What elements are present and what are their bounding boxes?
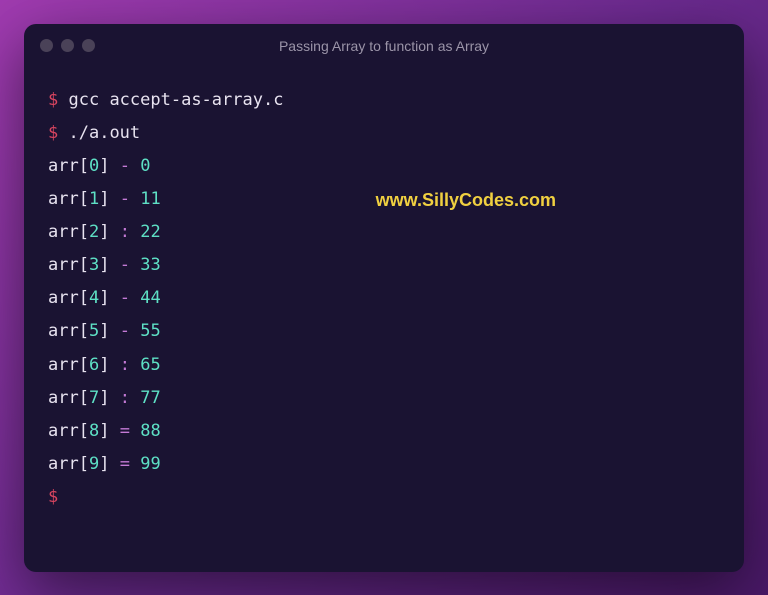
title-bar: Passing Array to function as Array bbox=[24, 24, 744, 68]
minimize-button[interactable] bbox=[61, 39, 74, 52]
command-line: $ gcc accept-as-array.c bbox=[48, 84, 720, 117]
watermark: www.SillyCodes.com bbox=[376, 183, 556, 218]
terminal-body[interactable]: www.SillyCodes.com $ gcc accept-as-array… bbox=[24, 68, 744, 572]
terminal-window: Passing Array to function as Array www.S… bbox=[24, 24, 744, 572]
command-line: $ ./a.out bbox=[48, 117, 720, 150]
output-line: arr[3] - 33 bbox=[48, 249, 720, 282]
traffic-lights bbox=[40, 39, 95, 52]
output-line: arr[7] : 77 bbox=[48, 382, 720, 415]
close-button[interactable] bbox=[40, 39, 53, 52]
output-line: arr[6] : 65 bbox=[48, 349, 720, 382]
window-title: Passing Array to function as Array bbox=[279, 38, 489, 54]
prompt: $ bbox=[48, 487, 58, 507]
maximize-button[interactable] bbox=[82, 39, 95, 52]
output-line: arr[4] - 44 bbox=[48, 282, 720, 315]
output-line: arr[5] - 55 bbox=[48, 315, 720, 348]
output-line: arr[9] = 99 bbox=[48, 448, 720, 481]
prompt: $ bbox=[48, 123, 58, 143]
prompt-line: $ bbox=[48, 481, 720, 514]
prompt: $ bbox=[48, 90, 58, 110]
output-line: arr[2] : 22 bbox=[48, 216, 720, 249]
output-line: arr[0] - 0 bbox=[48, 150, 720, 183]
output-line: arr[8] = 88 bbox=[48, 415, 720, 448]
command-text: gcc accept-as-array.c bbox=[69, 90, 284, 110]
command-text: ./a.out bbox=[69, 123, 141, 143]
